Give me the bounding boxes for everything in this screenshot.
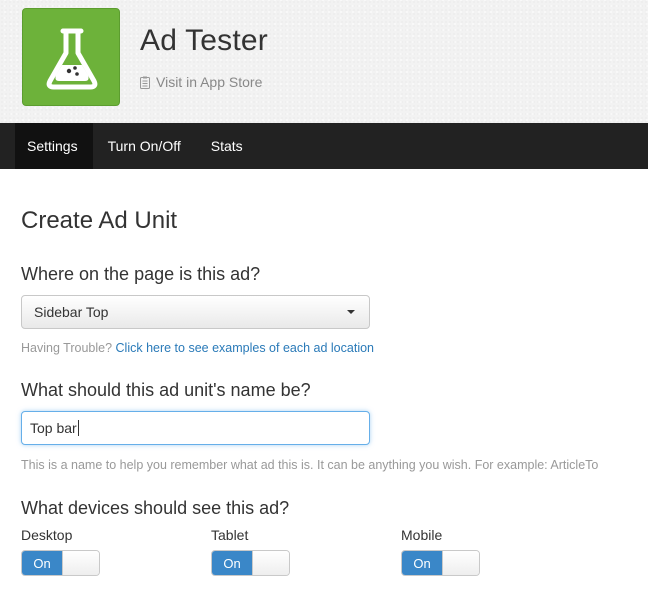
name-question: What should this ad unit's name be? bbox=[21, 380, 311, 400]
device-mobile: Mobile On bbox=[401, 527, 480, 576]
tab-stats[interactable]: Stats bbox=[196, 123, 258, 169]
device-label: Tablet bbox=[211, 527, 249, 543]
tablet-toggle[interactable]: On bbox=[211, 550, 290, 576]
toggle-knob bbox=[252, 551, 289, 575]
device-tablet: Tablet On bbox=[211, 527, 290, 576]
location-help: Having Trouble? Click here to see exampl… bbox=[21, 341, 374, 355]
app-icon bbox=[22, 8, 120, 106]
mobile-toggle[interactable]: On bbox=[401, 550, 480, 576]
toggle-knob bbox=[442, 551, 479, 575]
ad-unit-name-input[interactable]: Top bar bbox=[21, 411, 370, 445]
ad-unit-name-value: Top bar bbox=[30, 420, 77, 436]
device-desktop: Desktop On bbox=[21, 527, 100, 576]
store-link[interactable]: Visit in App Store bbox=[140, 74, 262, 90]
location-question: Where on the page is this ad? bbox=[21, 264, 261, 284]
toggle-on-label: On bbox=[402, 551, 442, 575]
tab-settings[interactable]: Settings bbox=[15, 123, 93, 169]
devices-question: What devices should see this ad? bbox=[21, 498, 290, 518]
device-label: Desktop bbox=[21, 527, 73, 543]
page-title: Create Ad Unit bbox=[21, 207, 178, 234]
location-select[interactable]: Sidebar Top bbox=[21, 295, 370, 329]
flask-icon bbox=[46, 28, 98, 90]
store-link-label: Visit in App Store bbox=[156, 74, 263, 90]
clipboard-icon bbox=[140, 76, 150, 89]
app-header: Ad Tester Visit in App Store bbox=[0, 0, 648, 123]
toggle-on-label: On bbox=[212, 551, 252, 575]
toggle-knob bbox=[62, 551, 99, 575]
text-cursor bbox=[77, 420, 79, 436]
app-title: Ad Tester bbox=[140, 24, 268, 57]
desktop-toggle[interactable]: On bbox=[21, 550, 100, 576]
toggle-on-label: On bbox=[22, 551, 62, 575]
location-help-link[interactable]: Click here to see examples of each ad lo… bbox=[116, 341, 374, 355]
location-help-prefix: Having Trouble? bbox=[21, 341, 113, 355]
name-help: This is a name to help you remember what… bbox=[21, 458, 599, 472]
caret-down-icon bbox=[347, 310, 355, 314]
nav-bar: Settings Turn On/Off Stats bbox=[0, 123, 648, 169]
location-select-value: Sidebar Top bbox=[34, 304, 109, 320]
tab-turn-on-off[interactable]: Turn On/Off bbox=[93, 123, 196, 169]
device-label: Mobile bbox=[401, 527, 443, 543]
